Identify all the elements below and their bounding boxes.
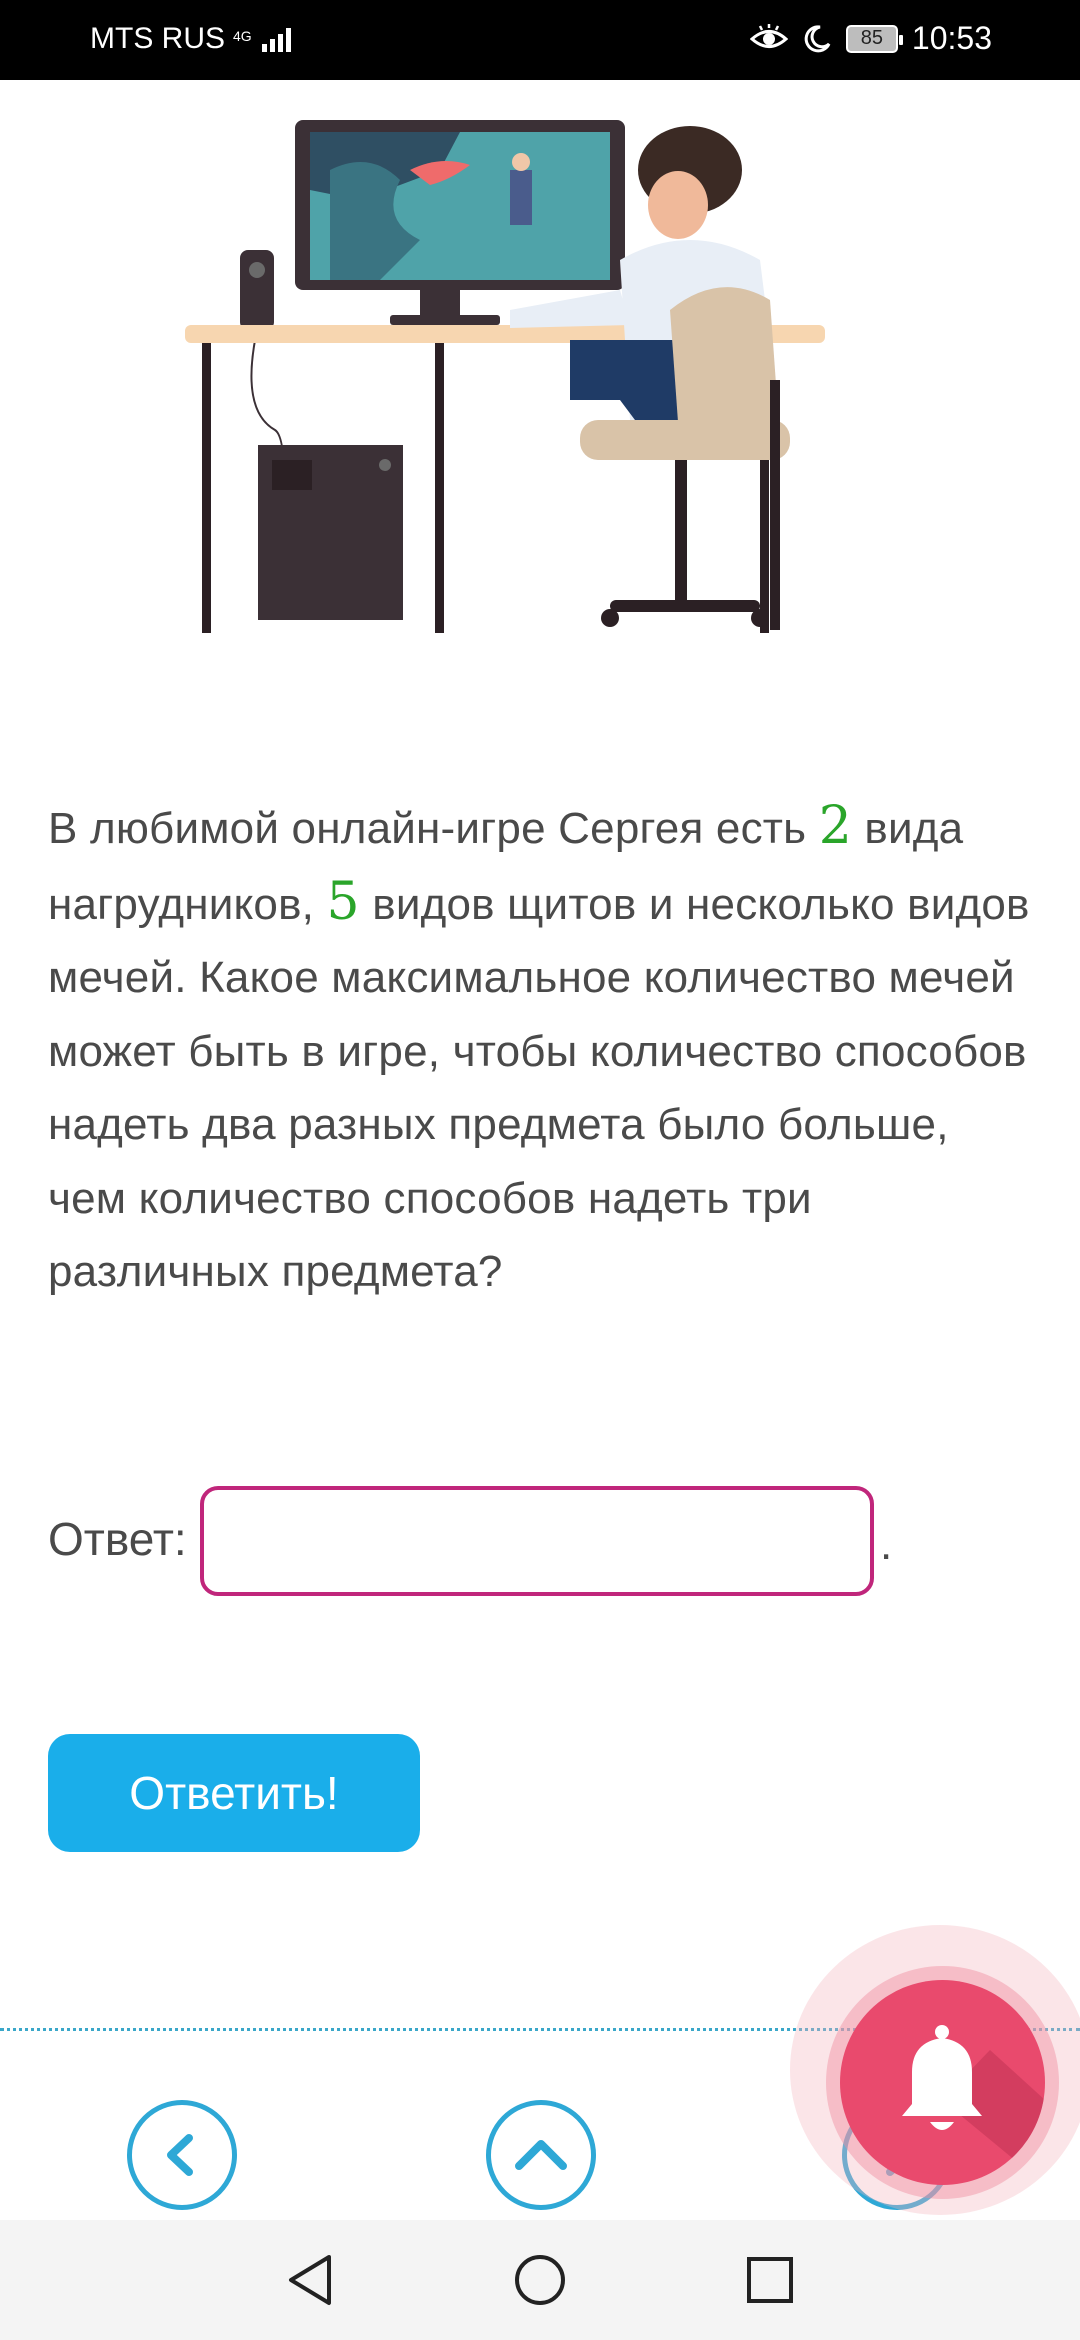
scroll-top-button[interactable] (486, 2100, 596, 2210)
battery-level: 85 (860, 27, 884, 49)
number-shields: 5 (326, 871, 360, 932)
recents-square-icon (747, 2257, 793, 2303)
status-right: 85 10:53 (749, 20, 992, 57)
home-circle-icon (515, 2255, 565, 2305)
moon-icon (804, 24, 831, 52)
answer-suffix: . (880, 1520, 893, 1569)
prev-button[interactable] (127, 2100, 237, 2210)
question-text: В любимой онлайн-игре Сергея есть 2 вида… (48, 790, 1038, 1309)
question-part-1: В любимой онлайн-игре Сергея есть (48, 804, 819, 853)
eye-icon (749, 23, 788, 48)
battery-icon: 85 (845, 24, 903, 53)
answer-label: Ответ: (48, 1513, 187, 1565)
back-triangle-icon (289, 2255, 331, 2305)
system-recents-button[interactable] (740, 2250, 800, 2310)
bell-icon (902, 2025, 1045, 2185)
answer-input[interactable] (200, 1486, 874, 1596)
submit-button[interactable]: Ответить! (48, 1734, 420, 1852)
system-home-button[interactable] (510, 2250, 570, 2310)
chevron-left-icon (167, 2134, 193, 2176)
status-left: MTS RUS 4G (90, 22, 291, 56)
chevron-up-icon (515, 2140, 567, 2170)
signal-icon (261, 26, 291, 52)
question-part-3: видов щитов и несколько видов мечей. Как… (48, 879, 1030, 1297)
clock: 10:53 (911, 20, 992, 56)
system-back-button[interactable] (280, 2250, 340, 2310)
number-breastplates: 2 (818, 796, 852, 856)
carrier-name: MTS RUS (90, 22, 225, 55)
network-type: 4G (233, 28, 252, 44)
person-at-computer-illustration (185, 120, 825, 633)
status-bar: MTS RUS 4G 85 10:53 (0, 0, 1080, 80)
notification-bell-button[interactable] (840, 1980, 1045, 2185)
system-nav-bar (0, 2220, 1080, 2340)
